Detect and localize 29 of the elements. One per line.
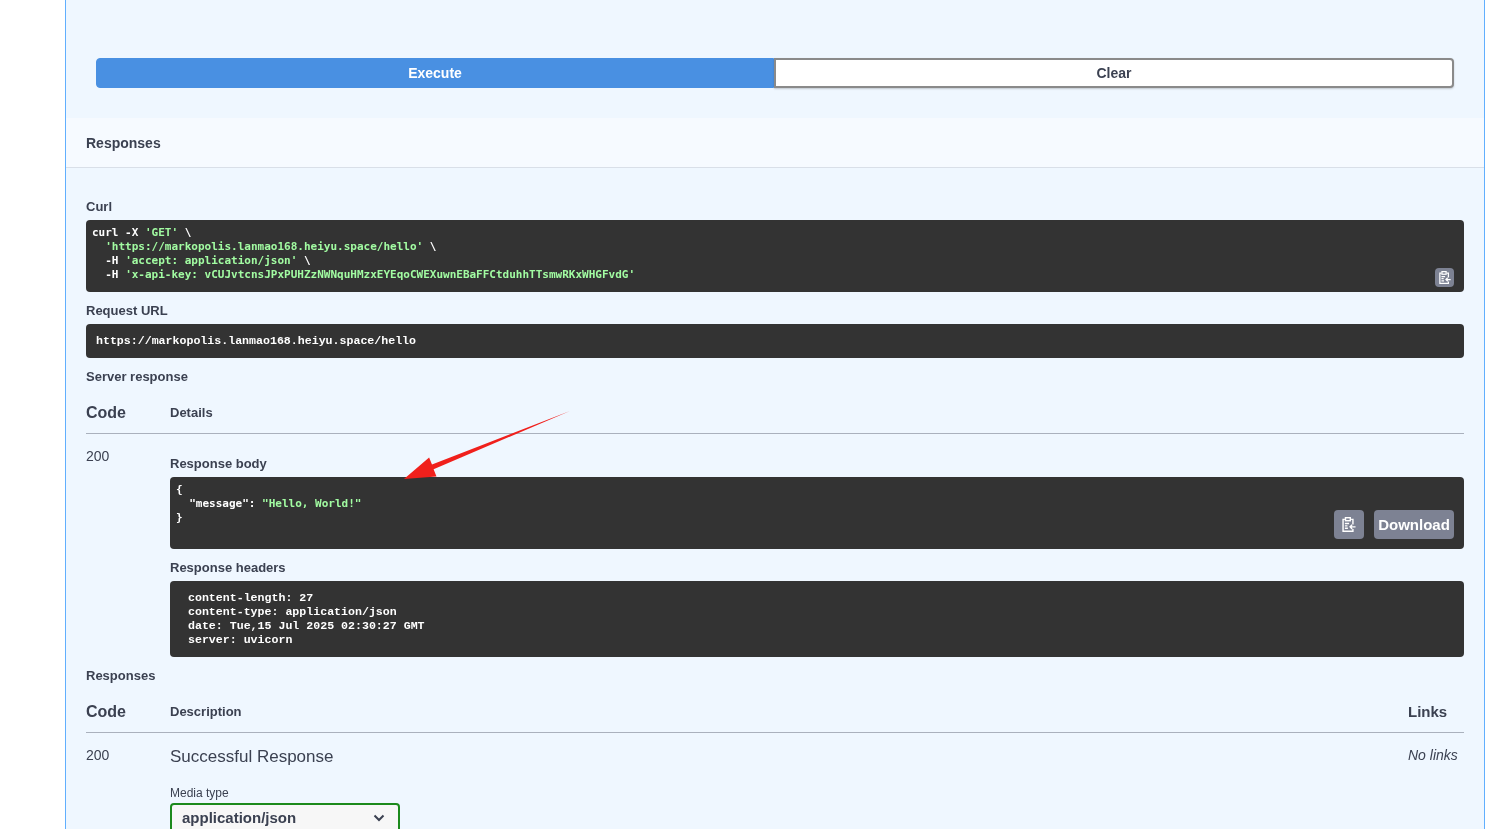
clipboard-icon — [1438, 271, 1451, 284]
links-note: No links — [1408, 746, 1458, 764]
status-code: 200 — [86, 747, 110, 763]
column-header: Code — [86, 404, 126, 421]
request-url: https://markopolis.lanmao168.heiyu.space/hello — [86, 324, 1464, 358]
status-code: 200 — [86, 448, 110, 464]
response-headers-code: content-length: 27 content-type: application/json date: Tue,15 Jul 2025 02:30:27 GMT server: uvicorn — [170, 581, 1464, 657]
response-description: Successful Response — [170, 746, 334, 768]
media-type-label: Media type — [170, 786, 229, 801]
curl-command: curl -X 'GET' \ 'https://markopolis.lanmao168.heiyu.space/hello' \ -H 'accept: application/json' \ -H 'x-api-key: vCUJvtcnsJPxPUHZzNWNquHMzxEYEqoCWEXuwnEBaFFCtduhhTTsmwRKxWHGFvdG' — [91, 225, 637, 283]
curl-label: Curl — [86, 199, 112, 215]
response-body-code: { "message": "Hello, World!" } — [175, 482, 363, 526]
response-body-label: Response body — [170, 456, 267, 472]
request-url-label: Request URL — [86, 303, 168, 319]
server-response-label: Server response — [86, 369, 188, 385]
column-header: Description — [170, 704, 242, 719]
column-header: Details — [170, 405, 213, 420]
download-button[interactable]: Download — [1374, 510, 1454, 539]
column-header: Code — [86, 703, 126, 720]
section-title: Responses — [86, 134, 161, 151]
chevron-down-icon — [373, 814, 385, 822]
clear-button[interactable]: Clear — [774, 58, 1454, 88]
copy-button[interactable] — [1435, 268, 1454, 287]
response-headers-label: Response headers — [170, 560, 286, 576]
clipboard-icon — [1342, 517, 1356, 532]
copy-button[interactable] — [1334, 510, 1364, 539]
column-header: Links — [1408, 703, 1448, 720]
media-type-select[interactable]: application/json — [170, 803, 400, 829]
responses-label: Responses — [86, 668, 156, 684]
